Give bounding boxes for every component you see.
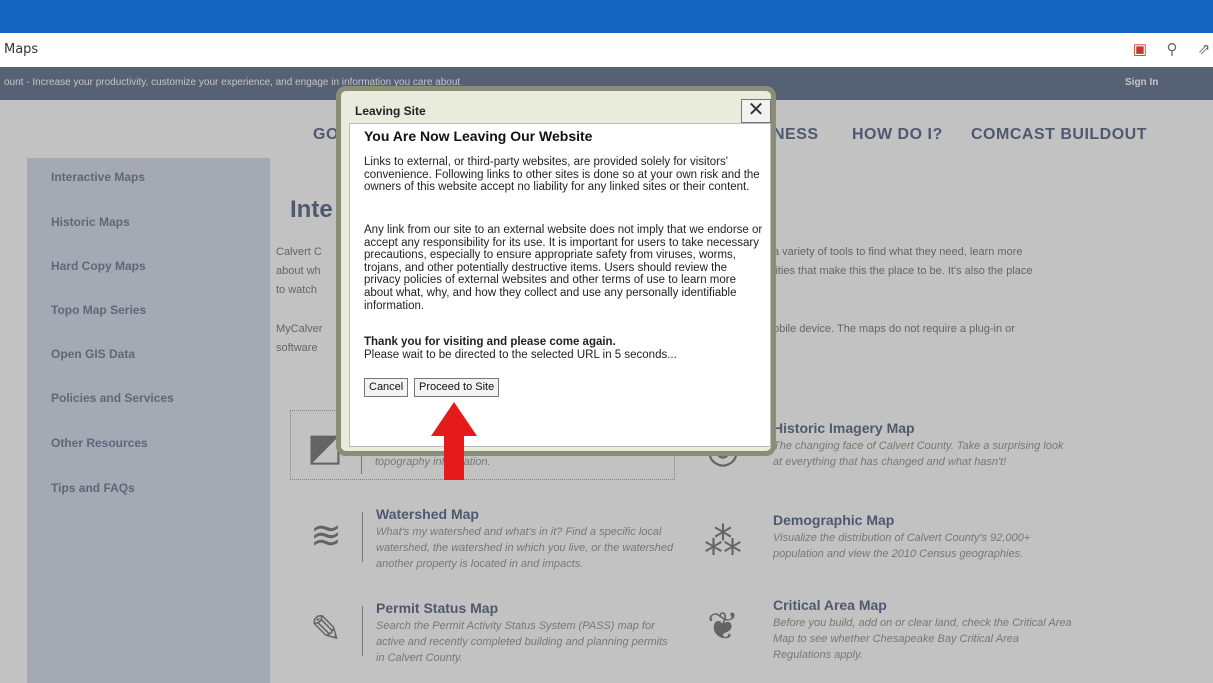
leaving-site-dialog: Leaving Site ✕ You Are Now Leaving Our W… [336, 86, 776, 456]
dialog-para-2: Any link from our site to an external we… [364, 224, 763, 312]
dialog-titlebar: Leaving Site ✕ [347, 99, 771, 123]
dialog-wait: Please wait to be directed to the select… [364, 349, 677, 361]
zoom-icon[interactable]: ⚲ [1163, 40, 1181, 58]
proceed-to-site-button[interactable]: Proceed to Site [414, 378, 500, 397]
share-icon[interactable]: ⇗ [1195, 40, 1213, 58]
dialog-title: Leaving Site [355, 104, 426, 118]
tab-title[interactable]: Maps [4, 42, 38, 57]
dialog-heading: You Are Now Leaving Our Website [364, 128, 593, 144]
dialog-thanks: Thank you for visiting and please come a… [364, 336, 616, 348]
collections-icon[interactable]: ▣ [1131, 40, 1149, 58]
browser-top-bar [0, 0, 1213, 33]
dialog-para-1: Links to external, or third-party websit… [364, 156, 760, 194]
dialog-body: You Are Now Leaving Our Website Links to… [349, 123, 771, 447]
red-arrow-icon [431, 402, 477, 480]
browser-address-bar: Maps ▣ ⚲ ⇗ [0, 33, 1213, 68]
close-icon[interactable]: ✕ [741, 99, 771, 123]
cancel-button[interactable]: Cancel [364, 378, 409, 397]
